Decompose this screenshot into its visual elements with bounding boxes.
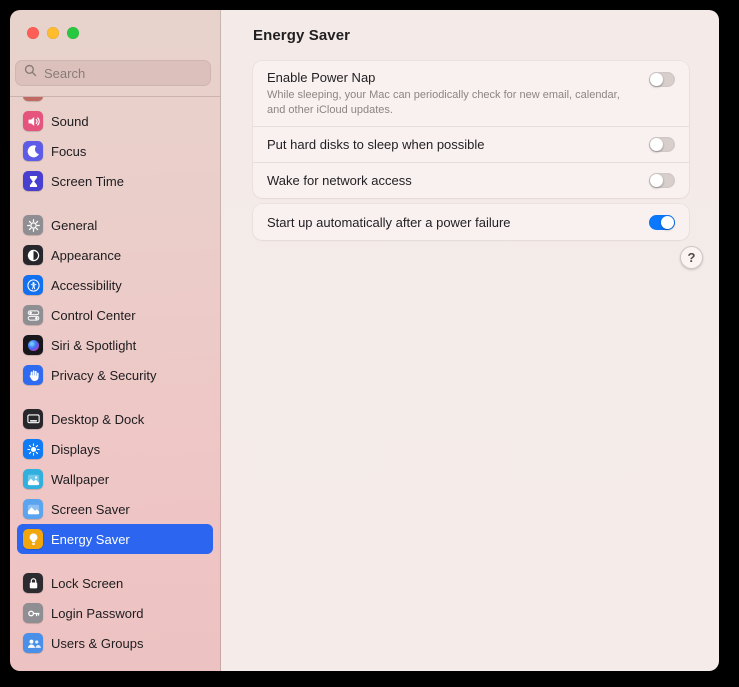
display-brightness-icon xyxy=(23,439,43,459)
put-hard-disks-to-sleep-when-possible-toggle[interactable] xyxy=(649,137,675,153)
sidebar-group: General Appearance Accessibility Control Ce… xyxy=(17,210,213,390)
sidebar-item-label: Login Password xyxy=(51,605,144,621)
sidebar-item-label: Lock Screen xyxy=(51,575,124,591)
hand-icon xyxy=(23,365,43,385)
close-button[interactable] xyxy=(27,27,39,39)
wake-for-network-access-toggle[interactable] xyxy=(649,173,675,189)
content-pane: Energy Saver Enable Power Nap While sleep… xyxy=(221,10,719,671)
speaker-icon xyxy=(23,111,43,131)
wallpaper-icon xyxy=(23,469,43,489)
control-center-icon xyxy=(23,305,43,325)
lightbulb-icon xyxy=(23,529,43,549)
sidebar-item-label: Siri & Spotlight xyxy=(51,337,137,353)
sidebar-item-focus[interactable]: Focus xyxy=(17,136,213,166)
sidebar-item-displays[interactable]: Displays xyxy=(17,434,213,464)
sidebar-item-label: Wallpaper xyxy=(51,471,110,487)
settings-groups: Enable Power Nap While sleeping, your Mac… xyxy=(253,61,689,241)
hourglass-icon xyxy=(23,171,43,191)
system-settings-window: Sound Focus Screen Time General Appearance Ac… xyxy=(10,10,719,671)
setting-text: Start up automatically after a power fai… xyxy=(267,215,511,230)
accessibility-icon xyxy=(23,275,43,295)
enable-power-nap-toggle[interactable] xyxy=(649,72,675,87)
sidebar-group: Desktop & Dock Displays Wallpaper Screen Sa… xyxy=(17,404,213,554)
toggle-knob xyxy=(661,215,674,229)
minimize-button[interactable] xyxy=(47,27,59,39)
setting-label: Wake for network access xyxy=(267,173,412,189)
search-icon xyxy=(24,64,37,82)
screenshot-stage: Sound Focus Screen Time General Appearance Ac… xyxy=(0,0,739,687)
sidebar-group: Sound Focus Screen Time xyxy=(17,97,213,196)
sidebar-item-label: General xyxy=(51,217,98,233)
sidebar-item-accessibility[interactable]: Accessibility xyxy=(17,270,213,300)
sidebar-item-general[interactable]: General xyxy=(17,210,213,240)
sidebar-item-appearance[interactable]: Appearance xyxy=(17,240,213,270)
clipped-icon xyxy=(23,97,43,101)
sidebar-item-siri-and-spotlight[interactable]: Siri & Spotlight xyxy=(17,330,213,360)
setting-label: Enable Power Nap xyxy=(267,70,376,85)
sidebar-item-label: Displays xyxy=(51,441,101,457)
sidebar-item-login-password[interactable]: Login Password xyxy=(17,598,213,628)
setting-text: Put hard disks to sleep when possible xyxy=(267,137,485,152)
sidebar-list[interactable]: Sound Focus Screen Time General Appearance Ac… xyxy=(10,96,220,671)
sidebar-item-wallpaper[interactable]: Wallpaper xyxy=(17,464,213,494)
sidebar-item-label: Desktop & Dock xyxy=(51,411,145,427)
toggle-knob xyxy=(650,174,663,188)
screensaver-icon xyxy=(23,499,43,519)
zoom-button[interactable] xyxy=(67,27,79,39)
sidebar-item-label: Users & Groups xyxy=(51,635,144,651)
sidebar-item-label: Screen Time xyxy=(51,173,124,189)
window-controls xyxy=(10,10,220,39)
sidebar-item-partial[interactable] xyxy=(17,97,213,106)
sidebar-item-users-and-groups[interactable]: Users & Groups xyxy=(17,628,213,658)
sidebar-item-lock-screen[interactable]: Lock Screen xyxy=(17,568,213,598)
search-field[interactable] xyxy=(15,60,211,86)
help-button[interactable]: ? xyxy=(680,246,703,269)
sidebar-item-control-center[interactable]: Control Center xyxy=(17,300,213,330)
sidebar-item-energy-saver[interactable]: Energy Saver xyxy=(17,524,213,554)
sidebar-item-label: Energy Saver xyxy=(51,531,130,547)
setting-text: Wake for network access xyxy=(267,173,412,188)
settings-group-card: Enable Power Nap While sleeping, your Mac… xyxy=(253,61,689,199)
sidebar-item-screen-saver[interactable]: Screen Saver xyxy=(17,494,213,524)
settings-group-card: Start up automatically after a power fai… xyxy=(253,204,689,241)
settings-row-enable-power-nap: Enable Power Nap While sleeping, your Mac… xyxy=(253,61,689,126)
settings-row-start-up-automatically-after-a-power-failure: Start up automatically after a power fai… xyxy=(253,204,689,240)
setting-description: While sleeping, your Mac can periodicall… xyxy=(267,89,620,116)
sidebar-item-label: Sound xyxy=(51,113,89,129)
lock-icon xyxy=(23,573,43,593)
siri-icon xyxy=(23,335,43,355)
sidebar-item-label: Screen Saver xyxy=(51,501,130,517)
key-icon xyxy=(23,603,43,623)
sidebar-item-sound[interactable]: Sound xyxy=(17,106,213,136)
sidebar-item-privacy-and-security[interactable]: Privacy & Security xyxy=(17,360,213,390)
settings-row-wake-for-network-access: Wake for network access xyxy=(253,162,689,198)
sidebar-item-label: Focus xyxy=(51,143,87,159)
gear-icon xyxy=(23,215,43,235)
setting-label: Start up automatically after a power fai… xyxy=(267,214,511,230)
appearance-icon xyxy=(23,245,43,265)
sidebar-group: Lock Screen Login Password Users & Groups xyxy=(17,568,213,658)
sidebar: Sound Focus Screen Time General Appearance Ac… xyxy=(10,10,221,671)
setting-text: Enable Power Nap While sleeping, your Mac… xyxy=(267,70,633,117)
start-up-automatically-after-a-power-failure-toggle[interactable] xyxy=(649,214,675,230)
desktop-dock-icon xyxy=(23,409,43,429)
search-input[interactable] xyxy=(42,64,202,82)
sidebar-item-label: Appearance xyxy=(51,247,122,263)
sidebar-item-label: Privacy & Security xyxy=(51,367,157,383)
page-title: Energy Saver xyxy=(253,27,351,44)
setting-label: Put hard disks to sleep when possible xyxy=(267,137,485,153)
toggle-knob xyxy=(650,138,663,152)
moon-icon xyxy=(23,141,43,161)
sidebar-item-desktop-and-dock[interactable]: Desktop & Dock xyxy=(17,404,213,434)
sidebar-item-label: Accessibility xyxy=(51,277,122,293)
sidebar-item-label: Control Center xyxy=(51,307,136,323)
users-icon xyxy=(23,633,43,653)
sidebar-item-screen-time[interactable]: Screen Time xyxy=(17,166,213,196)
settings-row-put-hard-disks-to-sleep-when-possible: Put hard disks to sleep when possible xyxy=(253,126,689,162)
toggle-knob xyxy=(650,73,663,86)
